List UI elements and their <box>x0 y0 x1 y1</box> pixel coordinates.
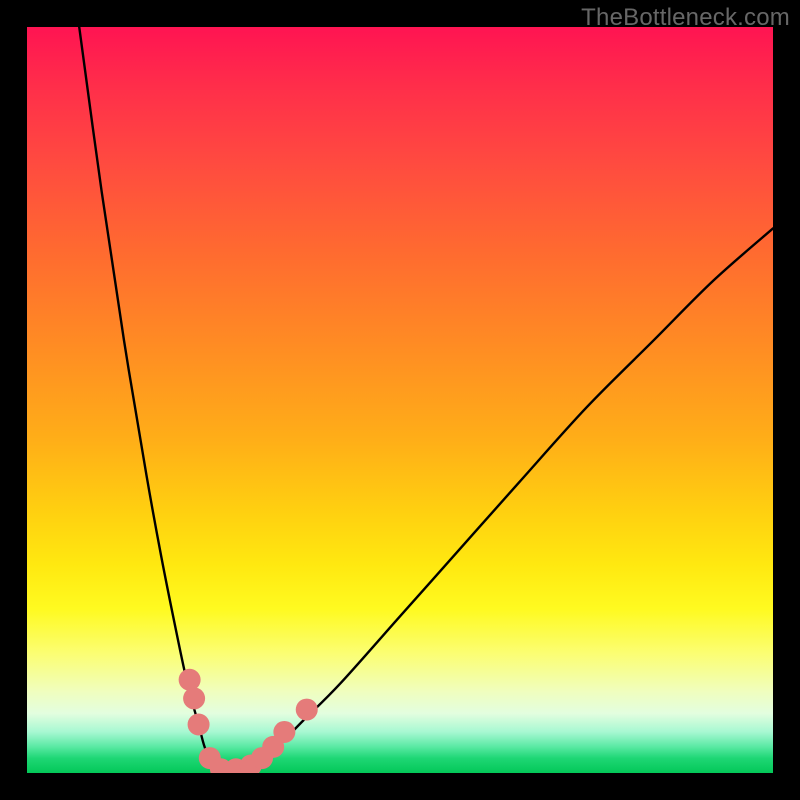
marker-group <box>179 669 318 773</box>
bottleneck-curve-path <box>79 27 773 773</box>
curve-marker <box>179 669 201 691</box>
plot-area <box>27 27 773 773</box>
chart-container: TheBottleneck.com <box>0 0 800 800</box>
curve-marker <box>188 714 210 736</box>
curve-marker <box>296 699 318 721</box>
watermark-label: TheBottleneck.com <box>581 4 790 32</box>
curve-overlay <box>27 27 773 773</box>
curve-marker <box>273 721 295 743</box>
curve-marker <box>183 687 205 709</box>
